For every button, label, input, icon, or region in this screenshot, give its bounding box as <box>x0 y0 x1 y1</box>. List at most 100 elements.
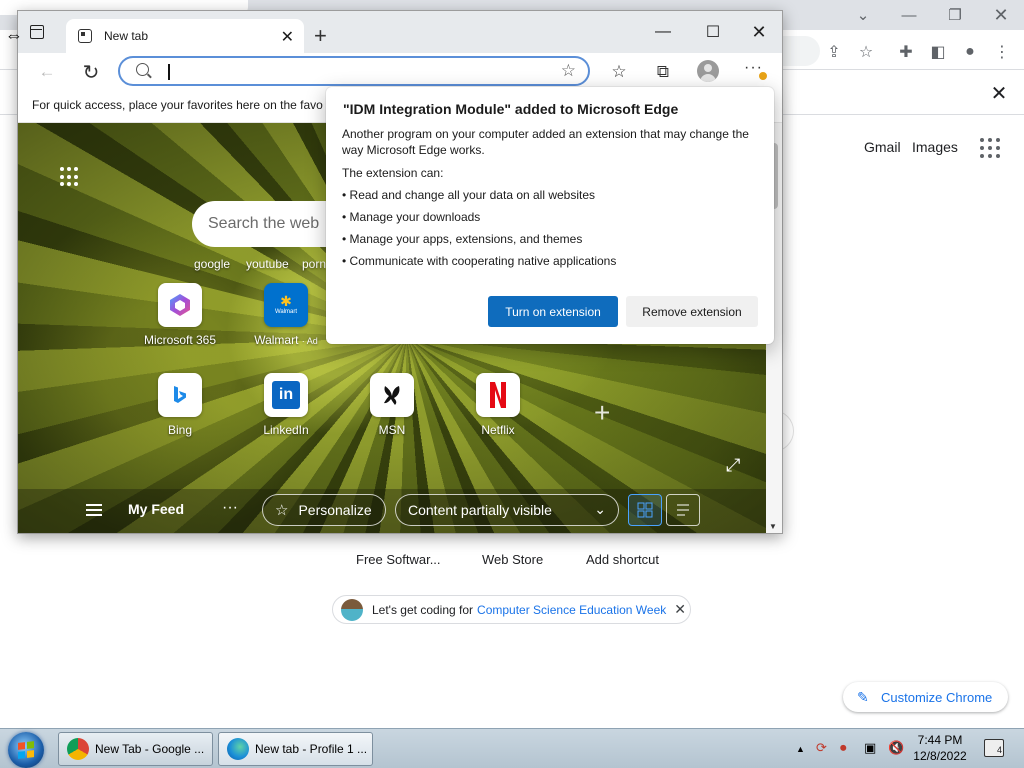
list-view-icon[interactable] <box>666 494 700 526</box>
bookmark-star-icon[interactable]: ☆ <box>854 40 878 64</box>
permission-item: • Manage your apps, extensions, and them… <box>342 232 583 246</box>
show-hidden-icons-icon[interactable]: ▲ <box>796 744 805 754</box>
sync-icon[interactable]: ⟳ <box>816 740 827 756</box>
site-tile-walmart[interactable]: ✱ Walmart Walmart · Ad <box>242 283 330 347</box>
extension-added-dialog: "IDM Integration Module" added to Micros… <box>326 87 774 344</box>
chrome-restore-button[interactable]: ❐ <box>932 3 978 27</box>
site-tile-microsoft-365[interactable]: Microsoft 365 <box>136 283 224 347</box>
fullscreen-expand-icon[interactable]: ⤢ <box>726 455 740 476</box>
favorites-icon[interactable]: ☆ <box>606 59 632 85</box>
taskbar-item-edge[interactable]: New tab - Profile 1 ... <box>218 732 373 766</box>
add-favorite-icon[interactable]: ☆ <box>561 61 576 81</box>
chrome-profile-icon[interactable]: ● <box>958 40 982 64</box>
site-tile-bing[interactable]: Bing <box>136 373 224 437</box>
system-clock[interactable]: 7:44 PM 12/8/2022 <box>912 732 968 764</box>
resize-cursor-icon: ⇔ <box>5 25 23 45</box>
app-launcher-icon[interactable] <box>60 167 80 187</box>
collections-icon[interactable]: ⧉ <box>650 59 676 85</box>
edge-minimize-button[interactable]: — <box>648 21 678 43</box>
my-feed-title[interactable]: My Feed <box>128 501 184 517</box>
text-caret <box>168 64 170 80</box>
action-center-icon[interactable]: 4 <box>984 739 1004 757</box>
dialog-body: Another program on your computer added a… <box>342 127 749 157</box>
permission-item: • Read and change all your data on all w… <box>342 188 596 202</box>
notification-count: 4 <box>996 745 1002 755</box>
tab-close-icon[interactable]: ✕ <box>281 27 294 47</box>
edge-tab-new-tab[interactable]: New tab ✕ <box>66 19 304 53</box>
site-tile-linkedin[interactable]: in LinkedIn <box>242 373 330 437</box>
walmart-icon: ✱ Walmart <box>264 283 308 327</box>
recorder-icon[interactable]: ⏺ <box>840 740 847 756</box>
promo-close-icon[interactable]: ✕ <box>674 601 686 618</box>
windows-taskbar: New Tab - Google ... New tab - Profile 1… <box>0 728 1024 768</box>
taskbar-edge-label: New tab - Profile 1 ... <box>255 742 368 756</box>
volume-muted-icon[interactable]: 🔇 <box>888 740 904 756</box>
favorites-bar-hint: For quick access, place your favorites h… <box>32 98 323 112</box>
shortcut-web-store[interactable]: Web Store <box>482 552 543 567</box>
promo-chip[interactable]: Let's get coding for Computer Science Ed… <box>332 595 691 624</box>
bing-icon <box>158 373 202 417</box>
shortcut-free-software[interactable]: Free Softwar... <box>356 552 441 567</box>
turn-on-extension-button[interactable]: Turn on extension <box>488 296 618 327</box>
add-site-plus-icon[interactable]: + <box>594 397 610 429</box>
edge-close-button[interactable]: ✕ <box>744 21 774 43</box>
site-tile-msn[interactable]: MSN <box>348 373 436 437</box>
search-icon <box>136 63 149 76</box>
chrome-minimize-button[interactable]: — <box>886 3 932 27</box>
grid-view-icon[interactable] <box>628 494 662 526</box>
clock-date: 12/8/2022 <box>913 749 967 763</box>
network-icon[interactable]: ▣ <box>864 740 876 756</box>
tab-actions-icon[interactable] <box>30 25 44 39</box>
edge-profile-icon[interactable] <box>697 60 719 82</box>
site-tile-netflix[interactable]: Netflix <box>454 373 542 437</box>
site-label: Bing <box>167 423 193 437</box>
shortcut-add[interactable]: Add shortcut <box>586 552 659 567</box>
scroll-down-arrow-icon[interactable]: ▼ <box>769 522 777 531</box>
dialog-can-label: The extension can: <box>342 166 444 180</box>
images-link[interactable]: Images <box>912 139 958 155</box>
ad-marker: · Ad <box>301 336 318 346</box>
clock-time: 7:44 PM <box>917 733 963 747</box>
content-visibility-label: Content partially visible <box>408 502 552 518</box>
quick-link-3[interactable]: porn <box>302 257 326 271</box>
share-icon[interactable]: ⇪ <box>822 40 846 64</box>
microsoft-365-icon <box>158 283 202 327</box>
walmart-tile-text: Walmart <box>274 309 298 315</box>
new-tab-plus-icon[interactable]: + <box>314 23 327 49</box>
personalize-icon: ☆ <box>275 502 289 519</box>
edge-address-bar[interactable]: ☆ <box>118 56 590 86</box>
chrome-tab-search-icon[interactable]: ⌄ <box>840 3 886 27</box>
gmail-link[interactable]: Gmail <box>864 139 901 155</box>
feed-menu-icon[interactable] <box>86 504 102 519</box>
quick-link-youtube[interactable]: youtube <box>246 257 289 271</box>
site-label: Walmart <box>254 333 299 347</box>
content-visibility-dropdown[interactable]: Content partially visible ⌄ <box>395 494 619 526</box>
promo-link[interactable]: Computer Science Education Week <box>477 603 666 617</box>
taskbar-item-chrome[interactable]: New Tab - Google ... <box>58 732 213 766</box>
remove-extension-button[interactable]: Remove extension <box>626 296 758 327</box>
personalize-button[interactable]: ☆ Personalize <box>262 494 386 526</box>
extensions-puzzle-icon[interactable]: ✚ <box>894 40 918 64</box>
back-arrow-icon[interactable]: ← <box>34 59 60 85</box>
chrome-close-button[interactable]: ✕ <box>978 3 1024 27</box>
start-button[interactable] <box>8 732 44 768</box>
site-label: Microsoft 365 <box>143 333 217 347</box>
customize-chrome-button[interactable]: ✎ Customize Chrome <box>843 682 1008 712</box>
promo-text: Let's get coding for <box>372 602 474 617</box>
personalize-label: Personalize <box>298 502 372 518</box>
feed-more-icon[interactable]: ··· <box>222 499 238 517</box>
chrome-menu-icon[interactable]: ⋮ <box>990 40 1014 64</box>
google-apps-icon[interactable] <box>980 138 1000 158</box>
taskbar-chrome-label: New Tab - Google ... <box>95 742 205 756</box>
chrome-infobar-close-icon[interactable]: ✕ <box>988 82 1010 105</box>
customize-chrome-label: Customize Chrome <box>881 689 993 705</box>
refresh-icon[interactable]: ↻ <box>78 59 104 85</box>
chevron-down-icon: ⌄ <box>594 501 606 517</box>
netflix-icon <box>476 373 520 417</box>
new-tab-favicon-icon <box>78 29 92 43</box>
quick-link-google[interactable]: google <box>194 257 230 271</box>
walmart-spark-icon: ✱ <box>280 293 292 309</box>
edge-maximize-button[interactable]: ☐ <box>698 21 728 43</box>
msn-butterfly-icon <box>370 373 414 417</box>
side-panel-icon[interactable]: ◧ <box>926 40 950 64</box>
